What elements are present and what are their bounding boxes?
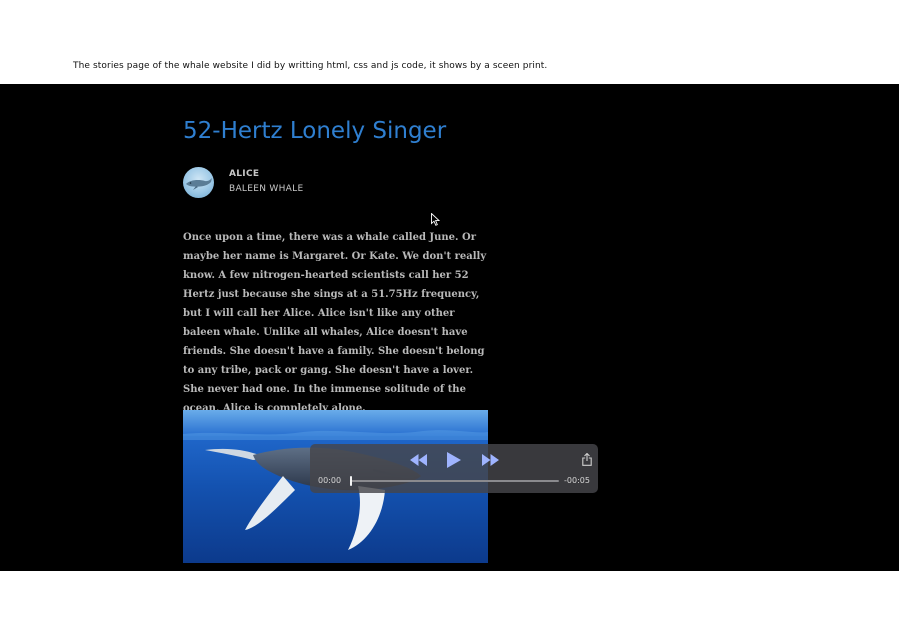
story-body-text: Once upon a time, there was a whale call… — [183, 232, 487, 414]
author-species: BALEEN WHALE — [229, 184, 304, 194]
share-icon[interactable] — [582, 453, 592, 466]
screenshot-caption: The stories page of the whale website I … — [73, 61, 548, 71]
scrubber-thumb[interactable] — [350, 476, 352, 486]
audio-player: 00:00 -00:05 — [310, 444, 598, 493]
play-icon[interactable] — [447, 452, 461, 468]
rewind-icon[interactable] — [410, 454, 427, 466]
stories-page-screen: 52-Hertz Lonely Singer ALICE BALEEN WHAL… — [0, 84, 899, 571]
progress-scrubber[interactable] — [350, 480, 559, 482]
author-name: ALICE — [229, 169, 260, 179]
whale-avatar-icon — [186, 178, 212, 190]
mouse-pointer-icon — [431, 213, 440, 226]
time-elapsed: 00:00 — [318, 476, 342, 485]
time-remaining: -00:05 — [564, 476, 590, 485]
story-title: 52-Hertz Lonely Singer — [183, 118, 447, 144]
fast-forward-icon[interactable] — [482, 454, 499, 466]
author-avatar — [183, 167, 214, 198]
